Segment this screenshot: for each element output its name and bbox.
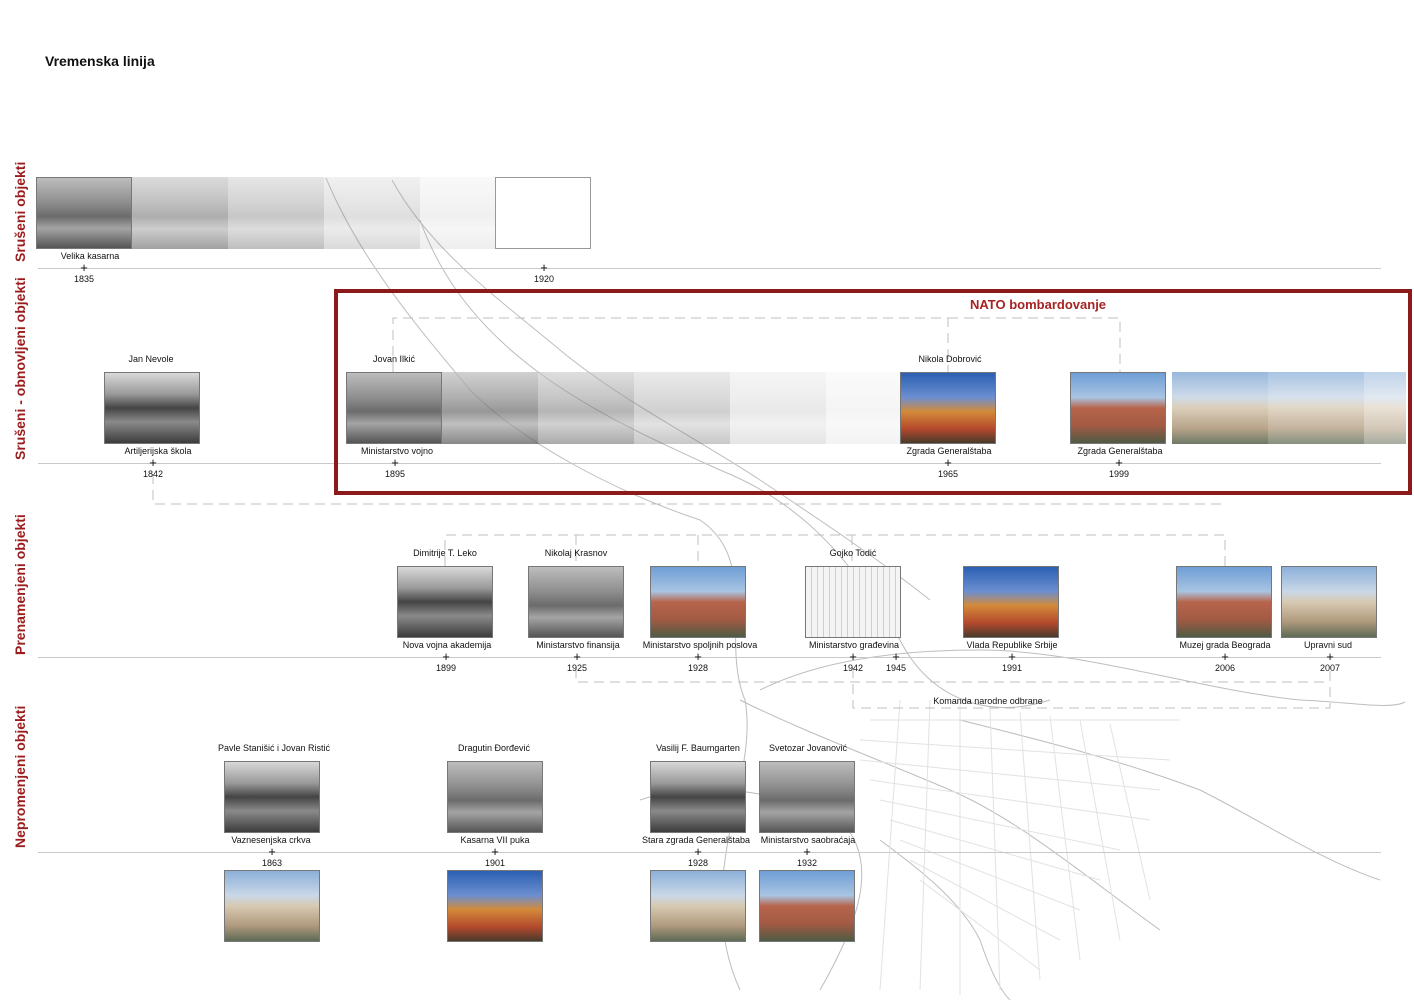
tick-mark: + <box>540 260 548 275</box>
architect-vasilij-baumgarten: Vasilij F. Baumgarten <box>656 743 740 753</box>
photo-ministarstvo-gradjevina <box>805 566 901 638</box>
architect-gojko-todic: Gojko Todić <box>829 548 877 558</box>
tick-mark: + <box>573 649 581 664</box>
year-1999: 1999 <box>1108 469 1130 479</box>
tick-mark: + <box>80 260 88 275</box>
photo-velika-kasarna-fade <box>132 177 228 249</box>
tick-mark: + <box>944 455 952 470</box>
year-1965: 1965 <box>937 469 959 479</box>
architect-dragutin-djordjevic: Dragutin Đorđević <box>457 743 531 753</box>
tick-mark: + <box>491 844 499 859</box>
row-label-rebuilt: Srušeni - obnovljeni objekti <box>12 277 28 460</box>
label-velika-kasarna: Velika kasarna <box>60 251 120 261</box>
connector-lines <box>152 177 1406 1000</box>
photo-street-view <box>1364 372 1406 444</box>
photo-nova-vojna-akademija <box>397 566 493 638</box>
photo-velika-kasarna <box>36 177 132 249</box>
year-1942: 1942 <box>842 663 864 673</box>
photo-empty-placeholder <box>495 177 591 249</box>
tick-mark: + <box>694 844 702 859</box>
photo-upravni-sud <box>1281 566 1377 638</box>
photo-ministarstvo-finansija <box>528 566 624 638</box>
photo-stara-zgrada-generalstaba-now <box>650 870 746 942</box>
year-2007: 2007 <box>1319 663 1341 673</box>
architect-nikolaj-krasnov: Nikolaj Krasnov <box>544 548 608 558</box>
photo-zgrada-generalstaba-1965 <box>900 372 996 444</box>
year-1835: 1835 <box>73 274 95 284</box>
timeline-axis-4 <box>38 852 1381 853</box>
architect-nikola-dobrovic: Nikola Dobrović <box>918 354 982 364</box>
tick-mark: + <box>1115 455 1123 470</box>
photo-ministarstvo-vojno-fade <box>538 372 634 444</box>
photo-muzej-grada-beograda <box>1176 566 1272 638</box>
nato-title: NATO bombardovanje <box>970 297 1107 312</box>
photo-street-view <box>1268 372 1364 444</box>
label-artiljerijska-skola: Artiljerijska škola <box>124 446 192 456</box>
photo-velika-kasarna-fade <box>324 177 420 249</box>
year-1932: 1932 <box>796 858 818 868</box>
year-1901: 1901 <box>484 858 506 868</box>
year-1863: 1863 <box>261 858 283 868</box>
photo-vlada-republike-srbije <box>963 566 1059 638</box>
tick-mark: + <box>849 649 857 664</box>
photo-zgrada-generalstaba-1999 <box>1070 372 1166 444</box>
tick-mark: + <box>892 649 900 664</box>
architect-jovan-ilkic: Jovan Ilkić <box>372 354 416 364</box>
row-label-unchanged: Nepromenjeni objekti <box>12 705 28 848</box>
photo-ministarstvo-spoljnih-poslova <box>650 566 746 638</box>
tick-mark: + <box>1326 649 1334 664</box>
year-1991: 1991 <box>1001 663 1023 673</box>
photo-velika-kasarna-fade <box>420 177 496 249</box>
photo-artiljerijska-skola <box>104 372 200 444</box>
tick-mark: + <box>1221 649 1229 664</box>
tick-mark: + <box>1008 649 1016 664</box>
timeline-stage: Vremenska linija Srušeni objekti Srušeni… <box>0 0 1414 1000</box>
photo-ministarstvo-saobracaja-old <box>759 761 855 833</box>
row-label-repurposed: Prenamenjeni objekti <box>12 514 28 655</box>
page-title: Vremenska linija <box>45 53 155 69</box>
year-1925: 1925 <box>566 663 588 673</box>
photo-stara-zgrada-generalstaba-old <box>650 761 746 833</box>
timeline-axis-3 <box>38 657 1381 658</box>
year-1928: 1928 <box>687 858 709 868</box>
photo-ministarstvo-saobracaja-now <box>759 870 855 942</box>
tick-mark: + <box>268 844 276 859</box>
photo-street-view <box>1172 372 1268 444</box>
year-1928: 1928 <box>687 663 709 673</box>
photo-ministarstvo-vojno-fade <box>442 372 538 444</box>
photo-ministarstvo-vojno-fade <box>634 372 730 444</box>
photo-ministarstvo-vojno-fade <box>826 372 900 444</box>
tick-mark: + <box>149 455 157 470</box>
photo-vaznesenjska-crkva-old <box>224 761 320 833</box>
photo-velika-kasarna-fade <box>228 177 324 249</box>
year-1895: 1895 <box>384 469 406 479</box>
architect-dimitrije-leko: Dimitrije T. Leko <box>413 548 477 558</box>
architect-jan-nevole: Jan Nevole <box>128 354 174 364</box>
timeline-axis-1 <box>38 268 1381 269</box>
tick-mark: + <box>391 455 399 470</box>
photo-kasarna-vii-puka-old <box>447 761 543 833</box>
label-komanda-narodne-odbrane: Komanda narodne odbrane <box>933 696 1043 706</box>
year-1920: 1920 <box>533 274 555 284</box>
tick-mark: + <box>442 649 450 664</box>
tick-mark: + <box>803 844 811 859</box>
year-1945: 1945 <box>885 663 907 673</box>
tick-mark: + <box>694 649 702 664</box>
photo-vaznesenjska-crkva-now <box>224 870 320 942</box>
photo-ministarstvo-vojno <box>346 372 442 444</box>
photo-ministarstvo-vojno-fade <box>730 372 826 444</box>
row-label-demolished: Srušeni objekti <box>12 161 28 262</box>
year-1842: 1842 <box>142 469 164 479</box>
photo-kasarna-vii-puka-now <box>447 870 543 942</box>
architect-stanisic-ristic: Pavle Stanišić i Jovan Ristić <box>217 743 331 753</box>
architect-svetozar-jovanovic: Svetozar Jovanović <box>768 743 848 753</box>
year-2006: 2006 <box>1214 663 1236 673</box>
year-1899: 1899 <box>435 663 457 673</box>
